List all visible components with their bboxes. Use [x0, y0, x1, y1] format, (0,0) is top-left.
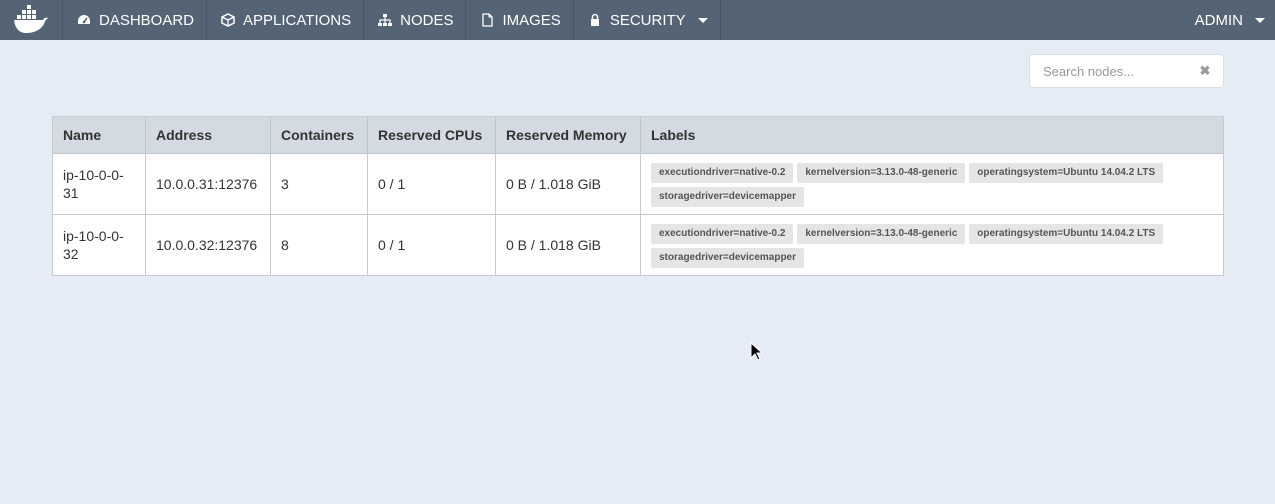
- nav-images[interactable]: IMAGES: [466, 0, 574, 40]
- top-navbar: DASHBOARD APPLICATIONS NODES IMAGES SECU…: [0, 0, 1275, 40]
- nav-dashboard-label: DASHBOARD: [99, 11, 195, 29]
- nav-applications[interactable]: APPLICATIONS: [207, 0, 365, 40]
- node-reserved-cpus: 0 / 1: [367, 153, 496, 215]
- cube-icon: [221, 13, 235, 27]
- node-address: 10.0.0.31:12376: [145, 153, 271, 215]
- dashboard-icon: [77, 13, 91, 27]
- label-badge: kernelversion=3.13.0-48-generic: [797, 224, 966, 244]
- nav-nodes[interactable]: NODES: [364, 0, 467, 40]
- column-header-containers[interactable]: Containers: [270, 116, 368, 154]
- search-box: ✖: [1029, 54, 1224, 88]
- table-row[interactable]: ip-10-0-0-32 10.0.0.32:12376 8 0 / 1 0 B…: [52, 214, 1224, 276]
- column-header-address[interactable]: Address: [145, 116, 271, 154]
- label-badge: kernelversion=3.13.0-48-generic: [797, 163, 966, 183]
- sitemap-icon: [378, 13, 393, 27]
- nodes-table: Name Address Containers Reserved CPUs Re…: [52, 116, 1224, 276]
- nav-dashboard[interactable]: DASHBOARD: [63, 0, 208, 40]
- label-badge: executiondriver=native-0.2: [651, 224, 794, 244]
- search-input[interactable]: [1030, 55, 1190, 87]
- node-address: 10.0.0.32:12376: [145, 214, 271, 276]
- node-reserved-memory: 0 B / 1.018 GiB: [495, 153, 641, 215]
- node-reserved-cpus: 0 / 1: [367, 214, 496, 276]
- nav-nodes-label: NODES: [400, 11, 454, 29]
- nav-security-label: SECURITY: [609, 11, 686, 29]
- nav-security[interactable]: SECURITY: [574, 0, 721, 40]
- user-name: ADMIN: [1194, 11, 1243, 29]
- label-badge: executiondriver=native-0.2: [651, 163, 794, 183]
- node-labels: executiondriver=native-0.2 kernelversion…: [640, 214, 1224, 276]
- node-containers: 3: [270, 153, 368, 215]
- node-reserved-memory: 0 B / 1.018 GiB: [495, 214, 641, 276]
- whale-icon: [14, 5, 48, 33]
- mouse-cursor-icon: [750, 342, 764, 361]
- nav-images-label: IMAGES: [502, 11, 561, 29]
- node-labels: executiondriver=native-0.2 kernelversion…: [640, 153, 1224, 215]
- nav-applications-label: APPLICATIONS: [243, 11, 352, 29]
- close-icon[interactable]: ✖: [1198, 64, 1212, 78]
- column-header-reserved-cpus[interactable]: Reserved CPUs: [367, 116, 496, 154]
- label-badge: operatingsystem=Ubuntu 14.04.2 LTS: [969, 163, 1164, 183]
- node-name[interactable]: ip-10-0-0-32: [52, 214, 146, 276]
- table-row[interactable]: ip-10-0-0-31 10.0.0.31:12376 3 0 / 1 0 B…: [52, 153, 1224, 215]
- column-header-name[interactable]: Name: [52, 116, 146, 154]
- user-menu[interactable]: ADMIN: [1195, 0, 1265, 40]
- lock-icon: [588, 13, 602, 27]
- node-containers: 8: [270, 214, 368, 276]
- label-badge: storagedriver=devicemapper: [651, 248, 805, 268]
- label-badge: storagedriver=devicemapper: [651, 187, 805, 207]
- column-header-labels[interactable]: Labels: [640, 116, 1224, 154]
- label-badge: operatingsystem=Ubuntu 14.04.2 LTS: [969, 224, 1164, 244]
- docker-logo[interactable]: [0, 0, 63, 40]
- column-header-reserved-memory[interactable]: Reserved Memory: [495, 116, 641, 154]
- chevron-down-icon: [697, 17, 708, 23]
- file-icon: [480, 13, 494, 27]
- node-name[interactable]: ip-10-0-0-31: [52, 153, 146, 215]
- table-header-row: Name Address Containers Reserved CPUs Re…: [52, 116, 1224, 154]
- chevron-down-icon: [1255, 17, 1265, 23]
